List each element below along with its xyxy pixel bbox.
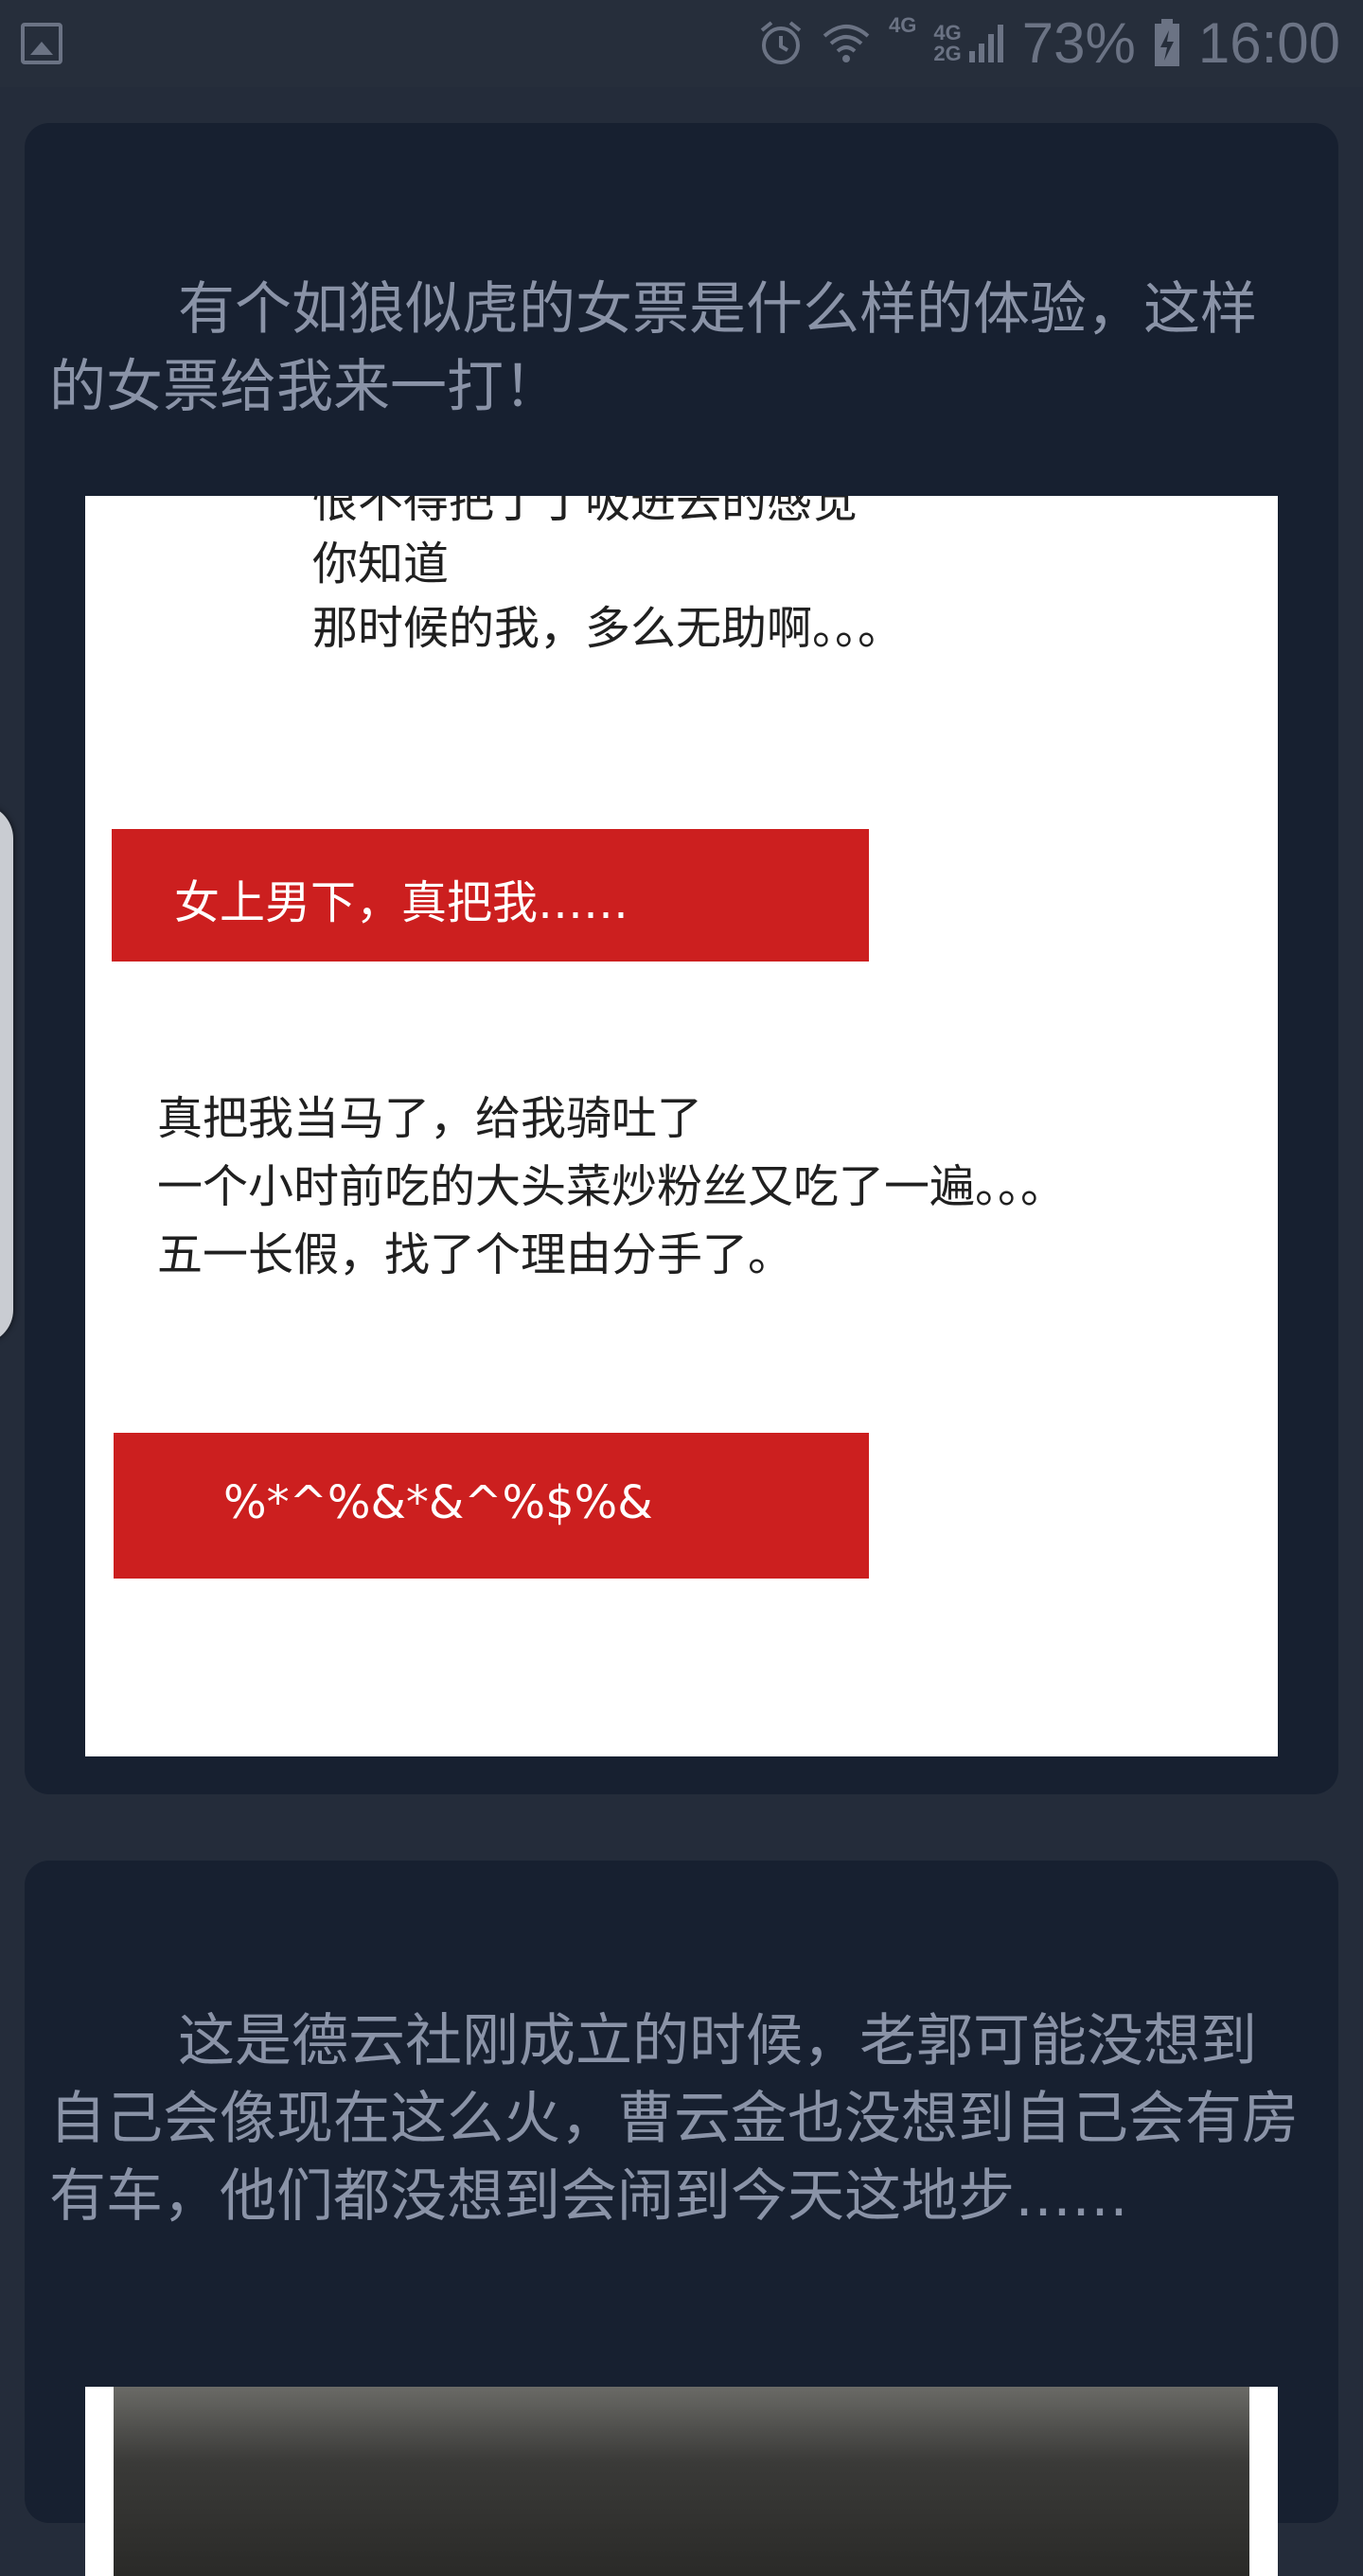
image-text-line: 真把我当马了，给我骑吐了 [157, 1092, 703, 1145]
photo [114, 2387, 1249, 2576]
battery-percent: 73% [1021, 11, 1136, 75]
image-text-line: 你知道 [312, 538, 450, 591]
battery-charging-icon [1154, 19, 1179, 66]
image-text-line: 一个小时前吃的大头菜炒粉丝又吃了一遍。。。 [157, 1160, 1067, 1213]
banner-text: %*^%&*&^%$%& [223, 1476, 653, 1529]
alarm-icon [760, 21, 802, 64]
status-bar: 4G 4G 2G 73% 16:00 [0, 0, 1363, 87]
post-text: 这是德云社刚成立的时候，老郭可能没想到自己会像现在这么火，曹云金也没想到自己会有… [49, 2008, 1299, 2230]
network-1-label: 4G [889, 13, 917, 37]
post-image[interactable]: 恨不得把丁丁吸进去的感觉 你知道 那时候的我，多么无助啊。。。 女上男下，真把我… [85, 496, 1278, 1756]
network-2-top-label: 4G [933, 21, 962, 44]
image-text-line: 恨不得把丁丁吸进去的感觉 [312, 496, 859, 528]
image-text-line: 那时候的我，多么无助啊。。。 [312, 602, 904, 655]
drawer-handle[interactable] [0, 804, 13, 1344]
status-icons: 4G 4G 2G 73% 16:00 [758, 0, 1340, 87]
post-text: 有个如狼似虎的女票是什么样的体验，这样的女票给我来一打！ [49, 276, 1257, 420]
image-text-line: 五一长假，找了个理由分手了。 [157, 1228, 794, 1281]
signal-icon [968, 25, 1003, 62]
post-image[interactable] [85, 2387, 1278, 2576]
red-banner: 女上男下，真把我…… [112, 829, 869, 962]
image-icon [21, 23, 62, 64]
post-card[interactable]: 有个如狼似虎的女票是什么样的体验，这样的女票给我来一打！ 恨不得把丁丁吸进去的感… [25, 123, 1338, 1794]
red-banner: %*^%&*&^%$%& [114, 1433, 869, 1579]
banner-text: 女上男下，真把我…… [174, 876, 629, 929]
post-card[interactable]: 这是德云社刚成立的时候，老郭可能没想到自己会像现在这么火，曹云金也没想到自己会有… [25, 1861, 1338, 2576]
network-2-bottom-label: 2G [933, 42, 962, 65]
wifi-icon [823, 25, 870, 62]
clock: 16:00 [1197, 11, 1340, 75]
